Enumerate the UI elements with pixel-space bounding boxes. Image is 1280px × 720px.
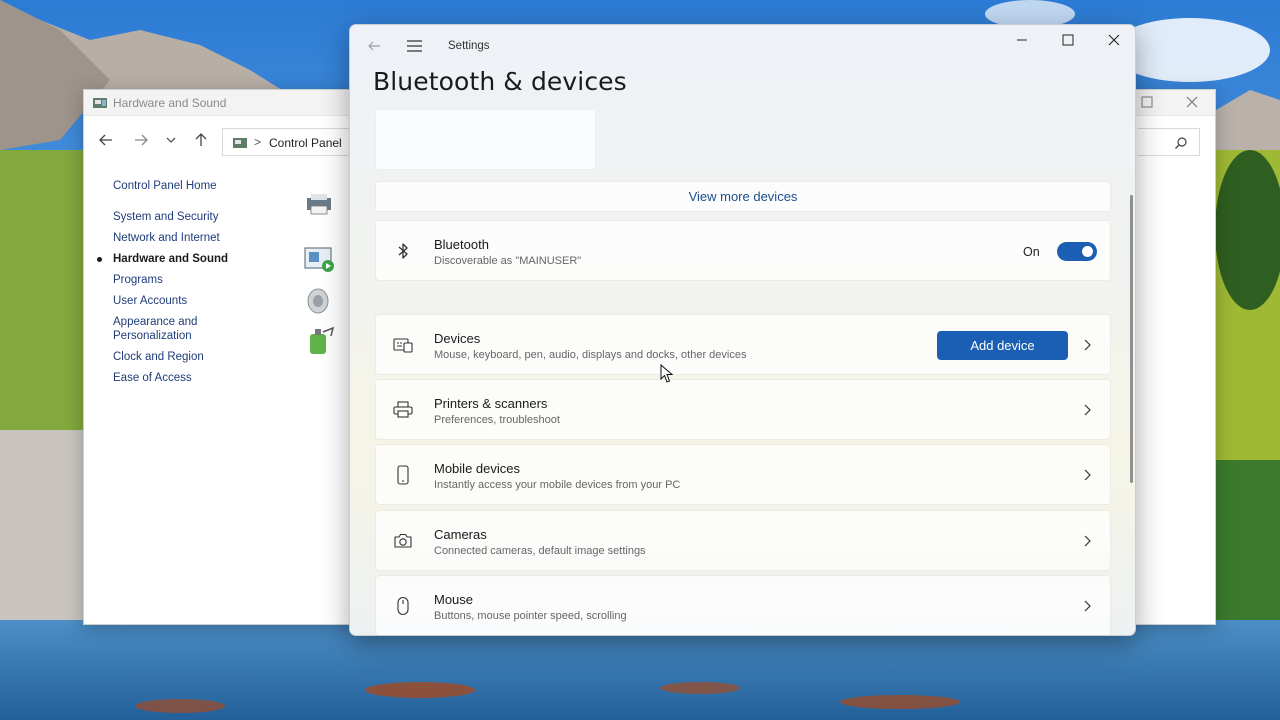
- chevron-right-icon: [1084, 535, 1091, 547]
- search-icon: [1175, 137, 1187, 149]
- breadcrumb-control-panel[interactable]: Control Panel: [269, 136, 342, 150]
- sidebar-item-network-and-internet[interactable]: Network and Internet: [113, 231, 313, 245]
- sidebar-item-user-accounts[interactable]: User Accounts: [113, 294, 313, 308]
- devices-title: Devices: [434, 331, 481, 346]
- chevron-down-icon[interactable]: [162, 131, 180, 149]
- mouse-title: Mouse: [434, 592, 474, 607]
- devices-icon: [393, 338, 413, 353]
- add-device-button[interactable]: Add device: [937, 331, 1068, 360]
- control-panel-sidebar: Control Panel Home System and Security N…: [97, 180, 313, 392]
- sidebar-item-programs[interactable]: Programs: [113, 273, 313, 287]
- devices-subtitle: Mouse, keyboard, pen, audio, displays an…: [434, 349, 747, 361]
- printers-title: Printers & scanners: [434, 396, 548, 411]
- settings-title-bar[interactable]: Settings: [350, 25, 1135, 69]
- control-panel-icon: [233, 138, 247, 148]
- chevron-right-icon: [1084, 404, 1091, 416]
- address-bar[interactable]: > Control Panel: [222, 128, 352, 156]
- maximize-icon[interactable]: [1140, 95, 1154, 109]
- phone-icon: [397, 465, 409, 485]
- chevron-right-icon: [1084, 339, 1091, 351]
- forward-arrow-icon[interactable]: [132, 131, 150, 149]
- cameras-card[interactable]: Cameras Connected cameras, default image…: [375, 510, 1111, 571]
- sidebar-item-ease-of-access[interactable]: Ease of Access: [113, 371, 313, 385]
- mouse-card[interactable]: Mouse Buttons, mouse pointer speed, scro…: [375, 575, 1111, 635]
- search-box[interactable]: [1138, 128, 1200, 156]
- mobile-devices-subtitle: Instantly access your mobile devices fro…: [434, 479, 681, 491]
- sidebar-item-appearance-and-personalization[interactable]: Appearance and Personalization: [113, 315, 213, 343]
- cameras-title: Cameras: [434, 527, 487, 542]
- hamburger-menu-icon[interactable]: [406, 39, 423, 53]
- bluetooth-state-label: On: [1023, 245, 1040, 259]
- camera-icon: [394, 533, 412, 548]
- vertical-scrollbar[interactable]: [1130, 195, 1133, 483]
- mobile-devices-card[interactable]: Mobile devices Instantly access your mob…: [375, 444, 1111, 505]
- printer-icon: [393, 401, 413, 418]
- bluetooth-toggle[interactable]: [1057, 242, 1097, 261]
- chevron-right-icon: [1084, 469, 1091, 481]
- control-panel-home-link[interactable]: Control Panel Home: [113, 180, 313, 210]
- sidebar-item-hardware-and-sound[interactable]: Hardware and Sound: [97, 252, 313, 266]
- mobile-devices-title: Mobile devices: [434, 461, 520, 476]
- page-title: Bluetooth & devices: [373, 67, 627, 96]
- bluetooth-card: Bluetooth Discoverable as "MAINUSER" On: [375, 220, 1111, 281]
- cameras-subtitle: Connected cameras, default image setting…: [434, 545, 646, 557]
- minimize-icon[interactable]: [1015, 33, 1029, 47]
- chevron-right-icon: [1084, 600, 1091, 612]
- up-arrow-icon[interactable]: [192, 131, 210, 149]
- devices-and-printers-icon[interactable]: [303, 190, 337, 220]
- bluetooth-icon: [398, 243, 408, 259]
- devices-card[interactable]: Devices Mouse, keyboard, pen, audio, dis…: [375, 314, 1111, 375]
- mouse-cursor-icon: [660, 364, 674, 383]
- back-arrow-icon[interactable]: [366, 38, 382, 54]
- close-icon[interactable]: [1107, 33, 1121, 47]
- sidebar-item-system-and-security[interactable]: System and Security: [113, 210, 313, 224]
- settings-app-title: Settings: [448, 40, 490, 52]
- control-panel-icon: [93, 98, 107, 108]
- bluetooth-subtitle: Discoverable as "MAINUSER": [434, 255, 582, 267]
- toggle-knob: [1082, 246, 1093, 257]
- printers-and-scanners-card[interactable]: Printers & scanners Preferences, trouble…: [375, 379, 1111, 440]
- control-panel-title: Hardware and Sound: [113, 96, 227, 110]
- device-tile[interactable]: [375, 109, 596, 170]
- mouse-icon: [397, 596, 409, 616]
- breadcrumb-separator: >: [254, 135, 262, 149]
- power-options-icon[interactable]: [303, 326, 337, 356]
- mouse-subtitle: Buttons, mouse pointer speed, scrolling: [434, 610, 627, 622]
- bluetooth-title: Bluetooth: [434, 237, 489, 252]
- view-more-devices-button[interactable]: View more devices: [375, 181, 1111, 212]
- close-icon[interactable]: [1184, 94, 1200, 110]
- autoplay-icon[interactable]: [303, 244, 337, 274]
- maximize-icon[interactable]: [1061, 33, 1075, 47]
- sidebar-item-clock-and-region[interactable]: Clock and Region: [113, 350, 313, 364]
- back-arrow-icon[interactable]: [97, 131, 115, 149]
- settings-window: Settings Bluetooth & devices View more d…: [349, 24, 1136, 636]
- sound-icon[interactable]: [303, 286, 337, 316]
- printers-subtitle: Preferences, troubleshoot: [434, 414, 560, 426]
